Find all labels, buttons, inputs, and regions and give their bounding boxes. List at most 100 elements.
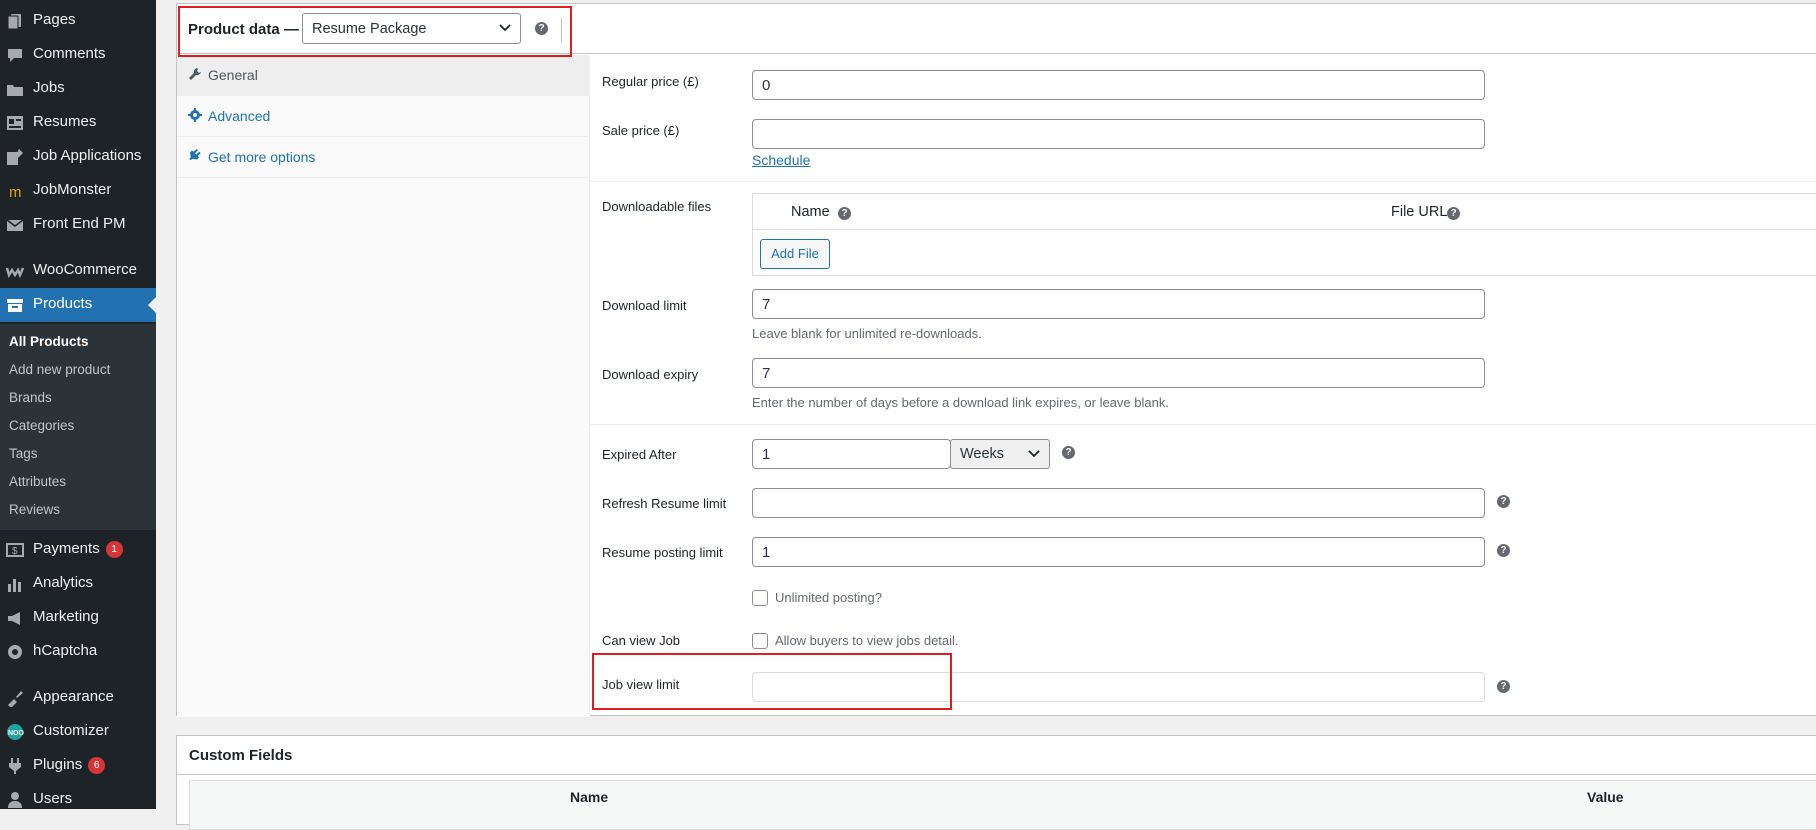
wrench-icon bbox=[189, 68, 201, 80]
unlimited-posting-label: Unlimited posting? bbox=[775, 590, 882, 605]
product-data-panel: Product data — Resume Package ? General … bbox=[176, 3, 1816, 717]
menu-item-hcaptcha[interactable]: hCaptcha bbox=[0, 635, 156, 669]
menu-item-marketing[interactable]: Marketing bbox=[0, 601, 156, 635]
unlimited-posting-checkbox[interactable] bbox=[752, 590, 768, 606]
download-expiry-input[interactable]: 7 bbox=[752, 358, 1485, 388]
svg-text:NOO: NOO bbox=[8, 730, 24, 737]
jobs-icon bbox=[7, 85, 23, 96]
can-view-job-label: Can view Job bbox=[602, 633, 681, 648]
help-icon[interactable]: ? bbox=[1447, 207, 1460, 220]
comments-icon bbox=[8, 49, 22, 62]
payments-count-badge: 1 bbox=[105, 541, 123, 558]
woocommerce-icon bbox=[6, 267, 24, 279]
svg-text:m: m bbox=[9, 184, 22, 200]
tab-label: General bbox=[208, 67, 258, 83]
download-limit-value: 7 bbox=[762, 296, 771, 313]
menu-item-users[interactable]: Users bbox=[0, 783, 156, 817]
menu-item-appearance[interactable]: Appearance bbox=[0, 681, 156, 715]
menu-item-payments[interactable]: $ Payments 1 bbox=[0, 533, 156, 567]
refresh-resume-limit-input[interactable] bbox=[752, 488, 1485, 518]
help-icon[interactable]: ? bbox=[1497, 680, 1510, 693]
menu-label: hCaptcha bbox=[33, 642, 98, 659]
custom-fields-panel: Custom Fields Name Value bbox=[176, 735, 1816, 830]
tab-get-more-options[interactable]: Get more options bbox=[177, 137, 590, 178]
menu-item-plugins[interactable]: Plugins 6 bbox=[0, 749, 156, 783]
download-limit-description: Leave blank for unlimited re-downloads. bbox=[752, 326, 982, 341]
submenu-item-all-products[interactable]: All Products bbox=[9, 334, 89, 349]
expired-after-unit-select[interactable]: Weeks bbox=[950, 439, 1050, 469]
download-limit-input[interactable]: 7 bbox=[752, 289, 1485, 319]
download-expiry-description: Enter the number of days before a downlo… bbox=[752, 395, 1169, 410]
regular-price-input[interactable]: 0 bbox=[752, 70, 1485, 100]
custom-fields-col-name: Name bbox=[570, 789, 609, 805]
allow-buyers-checkbox[interactable] bbox=[752, 633, 768, 649]
submenu-item-attributes[interactable]: Attributes bbox=[9, 474, 66, 489]
users-icon bbox=[8, 792, 22, 808]
marketing-icon bbox=[8, 612, 20, 625]
highlight-box-product-type bbox=[178, 6, 572, 57]
tab-general[interactable]: General bbox=[177, 55, 590, 96]
resume-posting-limit-value: 1 bbox=[762, 544, 771, 561]
download-limit-label: Download limit bbox=[602, 298, 687, 313]
products-icon bbox=[7, 299, 23, 312]
payments-icon: $ bbox=[6, 543, 24, 557]
menu-label: Users bbox=[33, 790, 73, 807]
schedule-link[interactable]: Schedule bbox=[752, 152, 810, 168]
menu-item-products[interactable]: Products bbox=[0, 288, 156, 322]
submenu-item-brands[interactable]: Brands bbox=[9, 390, 52, 405]
menu-label: JobMonster bbox=[33, 181, 112, 198]
regular-price-value: 0 bbox=[762, 77, 771, 94]
divider bbox=[590, 424, 1816, 425]
svg-text:$: $ bbox=[12, 546, 18, 557]
custom-fields-table: Name Value bbox=[189, 780, 1816, 830]
product-data-tabs: General Advanced Get more options bbox=[177, 55, 590, 717]
menu-item-resumes[interactable]: Resumes bbox=[0, 106, 156, 140]
expired-after-input[interactable]: 1 bbox=[752, 439, 951, 469]
menu-item-analytics[interactable]: Analytics bbox=[0, 567, 156, 601]
submenu-item-categories[interactable]: Categories bbox=[9, 418, 74, 433]
files-table-header: Name ? File URL ? bbox=[753, 194, 1816, 230]
add-file-button[interactable]: Add File bbox=[760, 239, 830, 269]
menu-item-comments[interactable]: Comments bbox=[0, 38, 156, 72]
jobmonster-icon: m bbox=[9, 184, 22, 200]
files-col-name: Name bbox=[791, 204, 830, 220]
menu-item-front-end-pm[interactable]: Front End PM bbox=[0, 208, 156, 242]
menu-item-job-applications[interactable]: Job Applications bbox=[0, 140, 156, 174]
custom-fields-header: Custom Fields bbox=[177, 736, 1816, 775]
products-submenu: All Products Add new product Brands Cate… bbox=[0, 324, 156, 530]
gear-icon bbox=[188, 108, 202, 122]
menu-label: Plugins bbox=[33, 756, 83, 773]
tab-advanced[interactable]: Advanced bbox=[177, 96, 590, 137]
menu-label: Front End PM bbox=[33, 215, 126, 232]
menu-item-woocommerce[interactable]: WooCommerce bbox=[0, 254, 156, 288]
download-expiry-label: Download expiry bbox=[602, 367, 699, 382]
sale-price-input[interactable] bbox=[752, 119, 1485, 149]
plugins-icon bbox=[9, 758, 21, 774]
help-icon[interactable]: ? bbox=[1497, 544, 1510, 557]
menu-item-jobs[interactable]: Jobs bbox=[0, 72, 156, 106]
menu-label: Pages bbox=[33, 11, 76, 28]
help-icon[interactable]: ? bbox=[1497, 495, 1510, 508]
menu-label: Comments bbox=[33, 45, 106, 62]
appearance-icon bbox=[8, 691, 23, 707]
menu-item-pages[interactable]: Pages bbox=[0, 4, 156, 38]
menu-label: WooCommerce bbox=[33, 261, 137, 278]
help-icon[interactable]: ? bbox=[838, 207, 851, 220]
custom-fields-col-value: Value bbox=[1587, 789, 1624, 805]
expired-after-unit-value: Weeks bbox=[960, 446, 1005, 462]
help-icon[interactable]: ? bbox=[1062, 446, 1075, 459]
submenu-item-add-new-product[interactable]: Add new product bbox=[9, 362, 110, 377]
menu-item-jobmonster[interactable]: m JobMonster bbox=[0, 174, 156, 208]
downloadable-files-table: Name ? File URL ? Add File bbox=[752, 193, 1816, 276]
menu-label: Products bbox=[33, 295, 93, 312]
submenu-item-reviews[interactable]: Reviews bbox=[9, 502, 60, 517]
pages-icon bbox=[7, 14, 21, 30]
hcaptcha-icon bbox=[8, 645, 22, 659]
downloadable-files-label: Downloadable files bbox=[602, 199, 712, 214]
menu-item-customizer[interactable]: NOO Customizer bbox=[0, 715, 156, 749]
resume-posting-limit-input[interactable]: 1 bbox=[752, 537, 1485, 567]
menu-label: Resumes bbox=[33, 113, 97, 130]
submenu-item-tags[interactable]: Tags bbox=[9, 446, 38, 461]
menu-label: Appearance bbox=[33, 688, 114, 705]
custom-fields-title: Custom Fields bbox=[189, 747, 293, 764]
